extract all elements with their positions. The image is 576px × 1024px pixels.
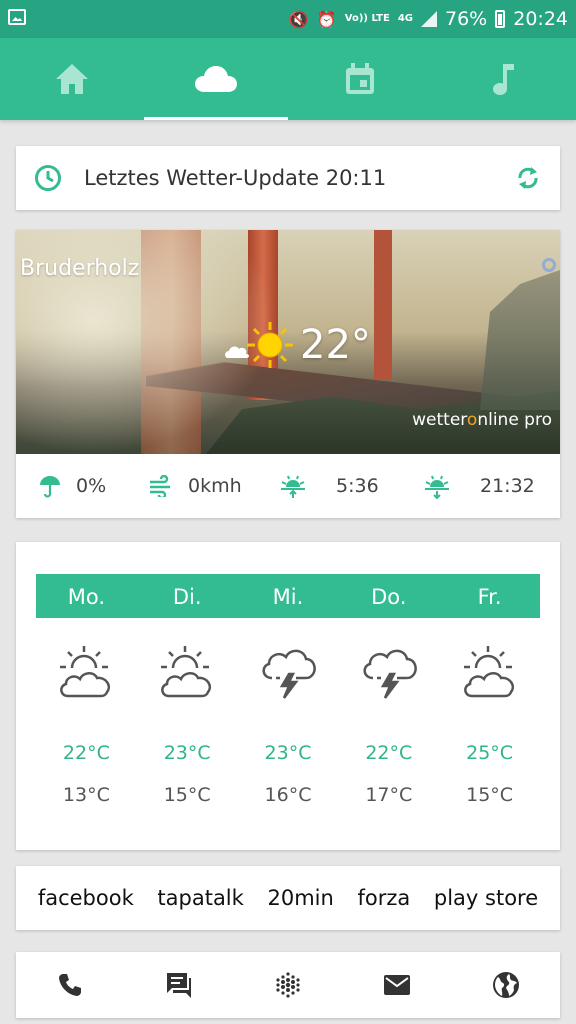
sunset-icon: [425, 475, 449, 499]
phone-icon: [59, 974, 82, 996]
partly-cloudy-icon: [60, 646, 111, 698]
volte-indicator: Vo)) LTE: [344, 13, 390, 24]
signal-icon: [421, 11, 437, 27]
rain-value: 0%: [76, 475, 107, 497]
system-icons: 🔇 ⏰ Vo)) LTE 4G 76% 20:24: [289, 0, 568, 38]
forecast-column: 23°C 15°C: [137, 642, 238, 806]
phone-button[interactable]: [16, 972, 125, 998]
calendar-icon: [346, 63, 374, 94]
alarm-icon: ⏰: [316, 9, 337, 29]
forecast-low: 15°C: [163, 784, 211, 806]
thunderstorm-icon: [363, 649, 417, 699]
thunderstorm-icon: [262, 649, 316, 699]
location-name: Bruderholz: [20, 256, 140, 281]
forecast-day: Do.: [371, 585, 407, 609]
wind-value: 0kmh: [188, 475, 242, 497]
music-note-icon: [493, 64, 514, 95]
sunrise-icon: [281, 475, 305, 498]
refresh-icon[interactable]: [514, 164, 542, 192]
partly-cloudy-icon: [161, 646, 212, 698]
forecast-high: 22°C: [62, 742, 110, 764]
battery-icon: [495, 10, 506, 28]
tab-bar: [0, 38, 576, 120]
wetteronline-logo: wetteronline pro: [412, 410, 552, 430]
forecast-column: 25°C 15°C: [439, 642, 540, 806]
current-weather-card[interactable]: Bruderholz 22° wetteronline pro 0% 0kmh …: [16, 230, 560, 518]
forecast-high: 23°C: [163, 742, 211, 764]
cloud-icon: [195, 66, 237, 92]
sunrise-stat: 5:36: [280, 454, 379, 518]
browser-button[interactable]: [451, 971, 560, 999]
partly-cloudy-icon: [463, 646, 514, 698]
link-play-store[interactable]: play store: [434, 886, 538, 910]
forecast-day: Di.: [172, 585, 202, 609]
dots-grid-icon: [276, 972, 300, 998]
gallery-notification-icon: [8, 9, 26, 25]
sunset-time: 21:32: [480, 475, 535, 497]
weather-update-bar: Letztes Wetter-Update 20:11: [16, 146, 560, 210]
quick-links: facebook tapatalk 20min forza play store: [16, 866, 560, 930]
rain-stat: 0%: [38, 454, 106, 518]
sunset-stat: 21:32: [424, 454, 535, 518]
globe-icon: [492, 972, 519, 998]
clock-icon: [35, 165, 61, 191]
wind-icon: [150, 475, 170, 497]
sun-cloud-icon: [225, 322, 293, 368]
weather-stats: 0% 0kmh 5:36 21:32: [16, 454, 560, 518]
forecast-low: 15°C: [466, 784, 514, 806]
mail-icon: [383, 975, 410, 995]
link-tapatalk[interactable]: tapatalk: [157, 886, 243, 910]
forecast-column: 23°C 16°C: [238, 642, 339, 806]
forecast-high: 25°C: [466, 742, 514, 764]
forecast-high: 23°C: [264, 742, 312, 764]
apps-button[interactable]: [234, 971, 343, 999]
link-forza[interactable]: forza: [357, 886, 410, 910]
forecast-card: Mo. Di. Mi. Do. Fr. 22°C 13°C 23°C 15°C …: [16, 542, 560, 850]
network-indicator: 4G: [397, 13, 413, 24]
wind-stat: 0kmh: [148, 454, 242, 518]
link-20min[interactable]: 20min: [267, 886, 333, 910]
chat-button[interactable]: [125, 971, 234, 999]
home-icon: [56, 64, 88, 94]
forecast-high: 22°C: [365, 742, 413, 764]
weather-background-photo: Bruderholz 22° wetteronline pro: [16, 230, 560, 454]
chat-icon: [167, 973, 192, 998]
forecast-low: 17°C: [365, 784, 413, 806]
forecast-low: 13°C: [62, 784, 110, 806]
mail-button[interactable]: [342, 974, 451, 996]
forecast-day: Fr.: [477, 585, 502, 609]
current-temperature: 22°: [300, 322, 371, 368]
tab-weather[interactable]: [144, 38, 288, 120]
battery-percent: 76%: [445, 8, 488, 30]
forecast-day: Mi.: [272, 585, 304, 609]
sunrise-time: 5:36: [336, 475, 379, 497]
tab-music[interactable]: [432, 38, 576, 120]
status-bar: 🔇 ⏰ Vo)) LTE 4G 76% 20:24: [0, 0, 576, 38]
bottom-shortcuts: [16, 952, 560, 1018]
forecast-column: 22°C 13°C: [36, 642, 137, 806]
link-facebook[interactable]: facebook: [38, 886, 134, 910]
settings-gear-icon[interactable]: [542, 258, 556, 272]
forecast-column: 22°C 17°C: [338, 642, 439, 806]
forecast-days-bar: Mo. Di. Mi. Do. Fr.: [36, 574, 540, 618]
umbrella-icon: [40, 476, 60, 498]
forecast-columns: 22°C 13°C 23°C 15°C 23°C 16°C 22°C 17°C …: [36, 642, 540, 806]
forecast-day: Mo.: [67, 585, 106, 609]
forecast-low: 16°C: [264, 784, 312, 806]
tab-home[interactable]: [0, 38, 144, 120]
clock: 20:24: [513, 8, 568, 30]
last-update-text: Letztes Wetter-Update 20:11: [84, 166, 387, 190]
tab-calendar[interactable]: [288, 38, 432, 120]
mute-icon: 🔇: [288, 9, 309, 29]
